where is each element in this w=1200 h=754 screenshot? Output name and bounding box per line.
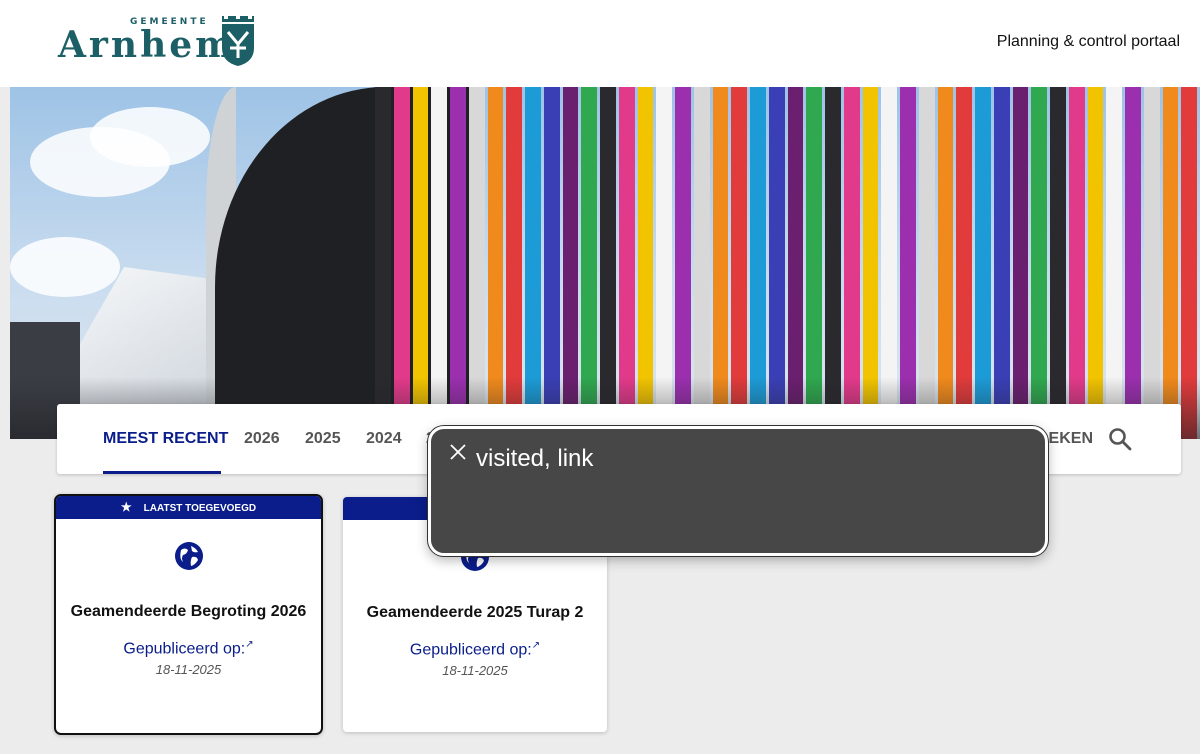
published-link-label[interactable]: Gepubliceerd op:: [410, 641, 532, 658]
tab-meest-recent[interactable]: MEEST RECENT: [103, 430, 228, 448]
published-link-label[interactable]: Gepubliceerd op:: [123, 640, 245, 657]
document-card[interactable]: ★ LAATST TOEGEVOEGD Geamendeerde Begrotin…: [54, 494, 323, 735]
globe-icon: [175, 542, 203, 570]
published-date: 18-11-2025: [155, 662, 222, 677]
card-title: Geamendeerde Begroting 2026: [70, 603, 307, 620]
external-link-icon: ↗: [531, 640, 541, 651]
portal-title[interactable]: Planning & control portaal: [997, 33, 1180, 51]
badge-label: LAATST TOEGEVOEGD: [143, 503, 257, 514]
status-badge: ★ LAATST TOEGEVOEGD: [56, 496, 321, 519]
hero-image: [10, 87, 1200, 439]
published-link[interactable]: Gepubliceerd op:↗: [343, 640, 607, 659]
logo-city-name: Arnhem: [58, 24, 237, 66]
external-link-icon: ↗: [245, 639, 254, 650]
coat-of-arms-icon: [222, 16, 254, 66]
card-title: Geamendeerde 2025 Turap 2: [366, 604, 584, 621]
tab-2025[interactable]: 2025: [305, 430, 341, 448]
accessibility-tooltip: visited, link: [428, 426, 1048, 556]
tooltip-text: visited, link: [476, 445, 594, 472]
search-icon[interactable]: [1107, 426, 1133, 452]
site-header: GEMEENTE Arnhem Planning & control porta…: [0, 0, 1200, 87]
published-date: 18-11-2025: [442, 663, 508, 678]
arnhem-logo[interactable]: GEMEENTE Arnhem: [58, 14, 268, 70]
close-icon[interactable]: [449, 443, 467, 461]
star-icon: ★: [120, 500, 132, 514]
active-tab-indicator: [103, 471, 221, 474]
tab-2024[interactable]: 2024: [366, 430, 402, 448]
tab-2026[interactable]: 2026: [244, 430, 280, 448]
published-link[interactable]: Gepubliceerd op:↗: [56, 639, 321, 658]
